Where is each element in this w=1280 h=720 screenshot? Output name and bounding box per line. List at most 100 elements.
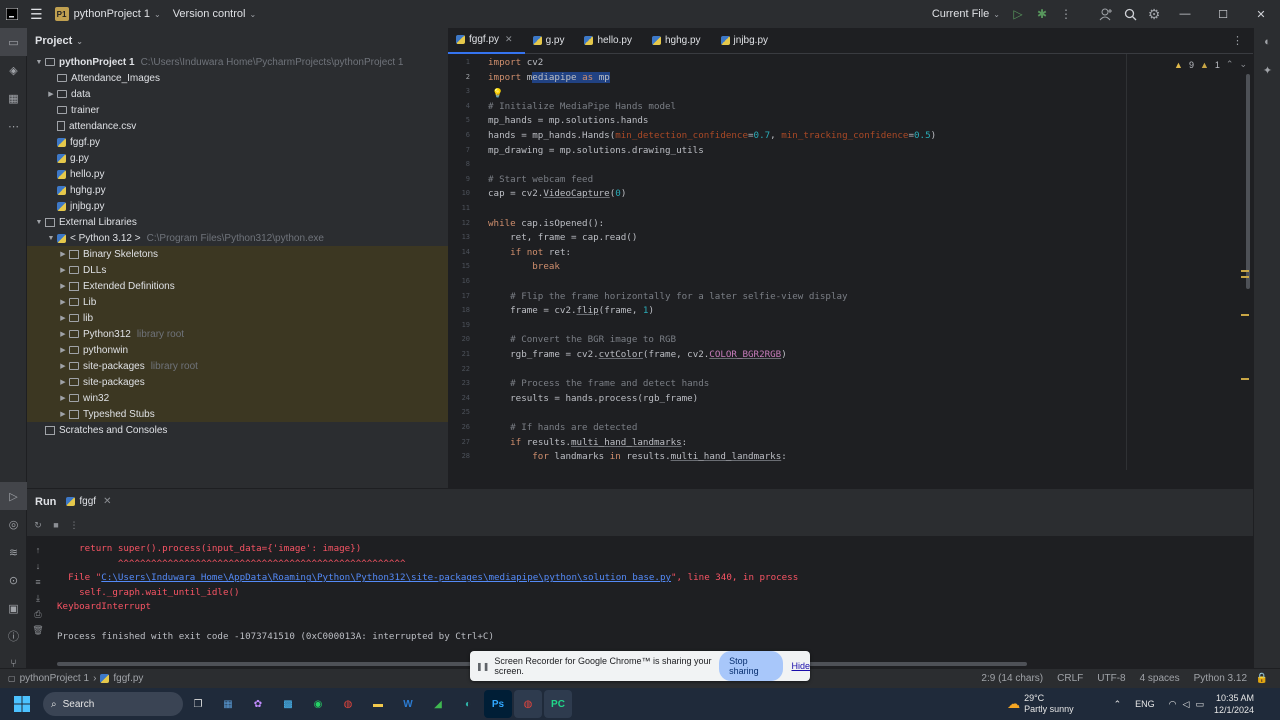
tree-item[interactable]: ▶ data xyxy=(27,86,448,102)
editor-tab[interactable]: g.py xyxy=(525,28,577,54)
tree-item[interactable]: g.py xyxy=(27,150,448,166)
maximize-button[interactable]: ☐ xyxy=(1204,0,1242,28)
tree-item[interactable]: ▶ Binary Skeletons xyxy=(27,246,448,262)
warning-marker[interactable] xyxy=(1241,314,1249,316)
file-explorer-icon[interactable]: ▦ xyxy=(214,690,242,718)
hamburger-icon[interactable]: ☰ xyxy=(24,0,49,28)
more-icon[interactable]: ⋮ xyxy=(1232,34,1243,47)
close-icon[interactable]: ✕ xyxy=(505,34,513,45)
lightbulb-icon[interactable]: 💡 xyxy=(492,88,503,99)
soft-wrap-icon[interactable]: ≡ xyxy=(27,574,49,590)
battery-icon[interactable]: ▭ xyxy=(1195,699,1204,710)
vcs-menu[interactable]: Version control ⌄ xyxy=(167,0,262,28)
arrow-up-icon[interactable]: ↑ xyxy=(27,542,49,558)
tree-item[interactable]: ▶ Extended Definitions xyxy=(27,278,448,294)
project-panel-header[interactable]: Project ⌄ xyxy=(27,28,448,54)
code-line[interactable]: frame = cv2.flip(frame, 1) xyxy=(488,305,654,316)
tree-item[interactable]: trainer xyxy=(27,102,448,118)
chevron-right-icon[interactable]: ▶ xyxy=(45,90,57,98)
weather-widget[interactable]: ☁ 29°C Partly sunny xyxy=(1007,693,1074,715)
chevron-right-icon[interactable]: ▶ xyxy=(57,250,69,258)
hide-banner-link[interactable]: Hide xyxy=(791,661,810,671)
code-line[interactable]: ret, frame = cap.read() xyxy=(488,232,637,243)
debug-icon[interactable]: ✱ xyxy=(1030,2,1054,26)
pycharm-icon[interactable] xyxy=(0,0,24,28)
tree-item[interactable]: Scratches and Consoles xyxy=(27,422,448,438)
chrome-active-icon[interactable]: ◍ xyxy=(514,690,542,718)
trash-icon[interactable]: 🗑 xyxy=(27,622,49,638)
code-line[interactable]: while cap.isOpened(): xyxy=(488,218,604,229)
code-line[interactable]: # Start webcam feed xyxy=(488,174,593,185)
warning-marker[interactable] xyxy=(1241,378,1249,380)
arrow-down-icon[interactable]: ↓ xyxy=(27,558,49,574)
code-line[interactable]: mp_drawing = mp.solutions.drawing_utils xyxy=(488,145,704,156)
chevron-up-icon[interactable]: ⌃ xyxy=(1226,59,1234,70)
run-icon[interactable]: ▷ xyxy=(1006,2,1030,26)
code-line[interactable]: # If hands are detected xyxy=(488,422,637,433)
chevron-right-icon[interactable]: ▶ xyxy=(57,394,69,402)
clock[interactable]: 10:35 AM 12/1/2024 xyxy=(1214,692,1254,716)
project-switcher[interactable]: P1 pythonProject 1 ⌄ xyxy=(49,0,167,28)
warning-marker[interactable] xyxy=(1241,276,1249,278)
line-separator[interactable]: CRLF xyxy=(1057,673,1083,684)
code-line[interactable]: import cv2 xyxy=(488,57,543,68)
pycharm-taskbar-icon[interactable]: PC xyxy=(544,690,572,718)
stop-icon[interactable]: ■ xyxy=(47,516,65,534)
tree-item[interactable]: jnjbg.py xyxy=(27,198,448,214)
language-indicator[interactable]: ENG xyxy=(1135,699,1155,709)
file-path-link[interactable]: C:\Users\Induwara Home\AppData\Roaming\P… xyxy=(101,572,671,583)
code-line[interactable]: # Process the frame and detect hands xyxy=(488,378,709,389)
tree-item[interactable]: ▶ pythonwin xyxy=(27,342,448,358)
tree-item[interactable]: hello.py xyxy=(27,166,448,182)
chevron-right-icon[interactable]: ▶ xyxy=(57,282,69,290)
chevron-right-icon[interactable]: ▶ xyxy=(57,362,69,370)
add-user-icon[interactable] xyxy=(1094,2,1118,26)
more-icon[interactable]: ⋮ xyxy=(65,516,83,534)
warning-marker[interactable] xyxy=(1241,270,1249,272)
chevron-right-icon[interactable]: ▶ xyxy=(57,378,69,386)
tree-item[interactable]: Attendance_Images xyxy=(27,70,448,86)
structure-icon[interactable]: ▦ xyxy=(0,84,27,112)
tree-item[interactable]: ▼ pythonProject 1 C:\Users\Induwara Home\P… xyxy=(27,54,448,70)
run-icon[interactable]: ▷ xyxy=(0,482,27,510)
close-button[interactable]: ✕ xyxy=(1242,0,1280,28)
run-console[interactable]: return super().process(input_data={'imag… xyxy=(49,536,1253,668)
tree-item[interactable]: attendance.csv xyxy=(27,118,448,134)
settings-icon[interactable]: ⚙ xyxy=(1142,2,1166,26)
chevron-down-icon[interactable]: ▼ xyxy=(33,59,45,66)
search-icon[interactable] xyxy=(1118,2,1142,26)
caret-position[interactable]: 2:9 (14 chars) xyxy=(981,673,1043,684)
code-line[interactable]: results = hands.process(rgb_frame) xyxy=(488,393,698,404)
chevron-right-icon[interactable]: ▶ xyxy=(57,346,69,354)
chevron-right-icon[interactable]: ▶ xyxy=(57,266,69,274)
run-tab[interactable]: fggf ✕ xyxy=(66,496,111,507)
task-view-icon[interactable]: ❐ xyxy=(184,690,212,718)
code-line[interactable]: # Initialize MediaPipe Hands model xyxy=(488,101,676,112)
tree-item[interactable]: ▶ DLLs xyxy=(27,262,448,278)
print-icon[interactable]: ⎙ xyxy=(27,606,49,622)
lock-icon[interactable]: 🔒 xyxy=(1256,673,1268,684)
code-editor[interactable]: 1 2 3 4 5 6 7 8 9 10 11 12 13 14 15 16 17 18 19 20 21 22 23 24 2… xyxy=(448,54,1253,470)
tree-item[interactable]: ▶ Python312 library root xyxy=(27,326,448,342)
editor-scrollbar[interactable] xyxy=(1241,54,1253,470)
chevron-down-icon[interactable]: ▼ xyxy=(45,235,57,242)
chevron-right-icon[interactable]: ▶ xyxy=(57,314,69,322)
minimize-button[interactable]: — xyxy=(1166,0,1204,28)
code-line[interactable]: # Flip the frame horizontally for a late… xyxy=(488,291,847,302)
code-line[interactable]: break xyxy=(488,261,560,272)
store-icon[interactable]: ▩ xyxy=(274,690,302,718)
code-line[interactable]: cap = cv2.VideoCapture(0) xyxy=(488,188,626,199)
code-line[interactable]: import mediapipe as mp xyxy=(488,71,610,83)
tree-item[interactable]: hghg.py xyxy=(27,182,448,198)
chevron-right-icon[interactable]: ▶ xyxy=(57,410,69,418)
windows-start-icon[interactable] xyxy=(8,690,36,718)
indent-setting[interactable]: 4 spaces xyxy=(1140,673,1180,684)
services-icon[interactable]: ⊙ xyxy=(0,566,27,594)
editor-tab[interactable]: hello.py xyxy=(576,28,643,54)
notifications-icon[interactable]: ◐ xyxy=(1254,28,1280,56)
breadcrumb-project[interactable]: pythonProject 1 xyxy=(20,673,90,684)
chevron-down-icon[interactable]: ▼ xyxy=(33,219,45,226)
tree-item[interactable]: ▶ Lib xyxy=(27,294,448,310)
folder-icon[interactable]: ▭ xyxy=(0,28,27,56)
close-icon[interactable]: ✕ xyxy=(103,496,111,507)
